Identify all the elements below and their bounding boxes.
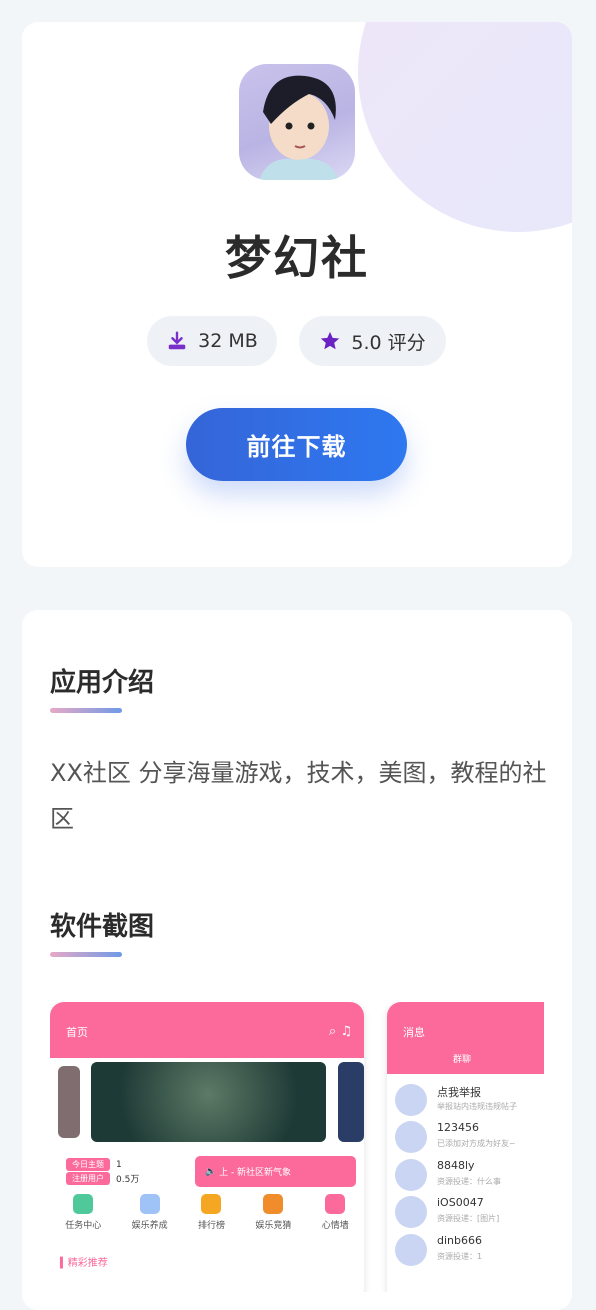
rating-text: 5.0 评分 (351, 331, 426, 354)
avatar (395, 1084, 427, 1116)
nav-item: 任务中心 (65, 1194, 101, 1231)
banner-next (338, 1062, 364, 1142)
search-bell-icons: ⌕ ♫ (328, 1024, 352, 1039)
app-info-card: 应用介绍 XX社区 分享海量游戏，技术，美图，教程的社区 软件截图 首页 ⌕ ♫… (22, 610, 572, 1310)
message-name: dinb666 (437, 1234, 482, 1247)
group-chat-tab: 群聊 (453, 1055, 472, 1065)
nav-item: 娱乐养成 (132, 1194, 168, 1231)
stat-row: 注册用户 0.5万 (66, 1172, 139, 1185)
mood-icon (325, 1194, 346, 1214)
message-item: 8848ly 资源投递：什么事 (395, 1157, 544, 1191)
rating-badge: 5.0 评分 (299, 316, 446, 366)
feature-nav: 任务中心 娱乐养成 排行榜 娱乐竞猜 心情墙 (50, 1194, 364, 1231)
screenshot-header: 首页 ⌕ ♫ (50, 1002, 364, 1058)
recommend-heading: ▍精彩推荐 (60, 1258, 108, 1269)
app-title: 梦幻社 (225, 231, 369, 285)
size-text: 32 MB (198, 330, 258, 352)
message-preview: 举报站内违规违规帖子 (437, 1102, 517, 1111)
message-item: dinb666 资源投递：1 (395, 1232, 544, 1266)
message-preview: 资源投递：[图片] (437, 1214, 500, 1223)
message-name: 点我举报 (437, 1086, 481, 1099)
avatar (395, 1159, 427, 1191)
notice-text: 上 - 新社区新气象 (219, 1168, 292, 1178)
app-header-card: 梦幻社 32 MB 5.0 评分 前往下载 (22, 22, 572, 567)
speaker-icon: 🔈 (205, 1166, 220, 1177)
nav-label: 心情墙 (321, 1221, 349, 1231)
message-item: iOS0047 资源投递：[图片] (395, 1194, 544, 1228)
stat-row: 今日主题 1 (66, 1158, 122, 1171)
avatar (395, 1234, 427, 1266)
nav-item: 娱乐竞猜 (255, 1194, 291, 1231)
message-preview: 资源投递：1 (437, 1252, 483, 1261)
nav-label: 任务中心 (65, 1221, 102, 1231)
message-name: iOS0047 (437, 1196, 484, 1209)
app-icon (239, 64, 355, 180)
avatar (395, 1121, 427, 1153)
message-name: 123456 (437, 1121, 479, 1134)
screenshot-header: 消息 群聊 (387, 1002, 544, 1074)
intro-title: 应用介绍 (50, 668, 155, 698)
banner-carousel (50, 1060, 364, 1144)
decorative-circle (358, 22, 572, 232)
nav-item: 心情墙 (322, 1194, 349, 1231)
download-icon (168, 331, 186, 350)
medal-icon (263, 1194, 284, 1214)
intro-title-underline (50, 708, 122, 713)
message-preview: 已添加对方成为好友~ (437, 1139, 516, 1148)
screenshots-title: 软件截图 (50, 912, 155, 942)
screenshots-title-underline (50, 952, 122, 957)
stat-value: 1 (116, 1159, 122, 1170)
message-item: 123456 已添加对方成为好友~ (395, 1119, 544, 1153)
message-preview: 资源投递：什么事 (437, 1177, 501, 1186)
recommend-text: 精彩推荐 (67, 1258, 108, 1269)
screenshots-carousel[interactable]: 首页 ⌕ ♫ 今日主题 1 注册用户 0.5万 🔈 上 - 新社区新气象 任务中… (50, 1002, 544, 1292)
intro-text: XX社区 分享海量游戏，技术，美图，教程的社区 (50, 759, 547, 833)
nav-label: 娱乐竞猜 (255, 1221, 292, 1231)
screenshot-header-title: 首页 (66, 1026, 88, 1039)
banner-image (91, 1062, 326, 1142)
nav-label: 排行榜 (197, 1221, 225, 1231)
stat-tag: 注册用户 (66, 1172, 110, 1185)
message-name: 8848ly (437, 1159, 475, 1172)
trophy-icon (201, 1194, 222, 1214)
screenshot-messages[interactable]: 消息 群聊 点我举报举报站内违规违规帖子 123456 已添加对方成为好友~ 88… (387, 1002, 544, 1292)
screenshot-header-title: 消息 (403, 1026, 425, 1039)
stat-tag: 今日主题 (66, 1158, 110, 1171)
pet-icon (139, 1194, 160, 1214)
message-item: 点我举报举报站内违规违规帖子 (395, 1082, 544, 1116)
task-icon (73, 1194, 94, 1214)
star-icon (321, 331, 340, 350)
nav-label: 娱乐养成 (131, 1221, 168, 1231)
notice-bar: 🔈 上 - 新社区新气象 (195, 1156, 356, 1187)
stat-value: 0.5万 (116, 1175, 140, 1185)
banner-prev (58, 1066, 80, 1138)
download-button[interactable]: 前往下载 (186, 408, 407, 481)
nav-item: 排行榜 (198, 1194, 225, 1231)
size-badge: 32 MB (147, 316, 277, 366)
avatar (395, 1196, 427, 1228)
screenshot-home[interactable]: 首页 ⌕ ♫ 今日主题 1 注册用户 0.5万 🔈 上 - 新社区新气象 任务中… (50, 1002, 364, 1292)
